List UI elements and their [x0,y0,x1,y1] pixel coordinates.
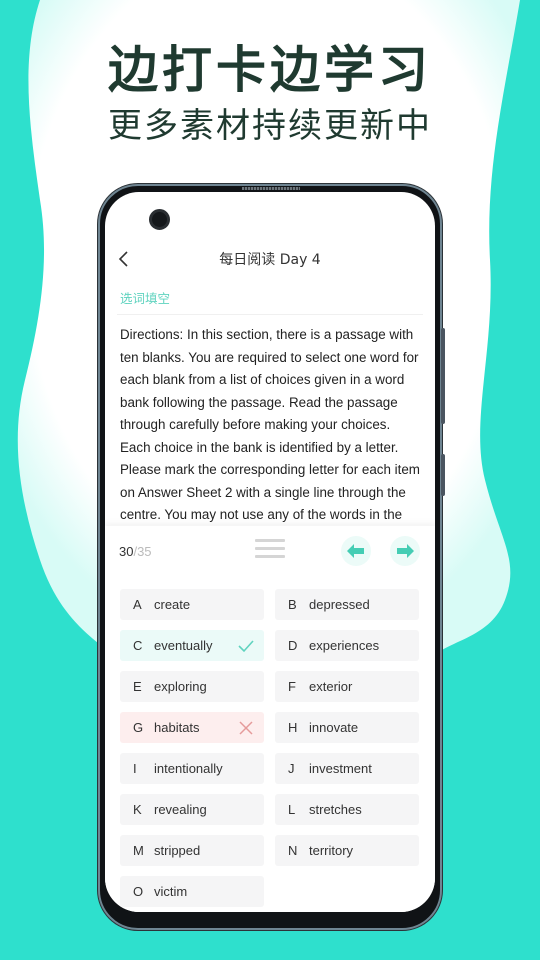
option-g[interactable]: Ghabitats [120,712,264,743]
option-d[interactable]: Dexperiences [275,630,419,661]
option-letter: C [133,638,143,653]
option-k[interactable]: Krevealing [120,794,264,825]
option-h[interactable]: Hinnovate [275,712,419,743]
option-word: investment [309,761,372,776]
phone-frame: 每日阅读 Day 4 选词填空 Directions: In this sect… [98,184,445,930]
option-o[interactable]: Ovictim [120,876,264,907]
option-letter: D [288,638,298,653]
option-a[interactable]: Acreate [120,589,264,620]
power-button [441,454,445,496]
page-title: 每日阅读 Day 4 [219,252,321,268]
option-letter: J [288,761,295,776]
phone-speaker [242,187,300,190]
arrow-left-icon [347,544,364,558]
option-word: create [154,597,191,612]
check-icon [238,640,254,653]
previous-button[interactable] [341,536,371,566]
option-word: exterior [309,679,353,694]
option-letter: E [133,679,142,694]
progress-current: 30 [119,544,134,559]
promo-headline-block: 边打卡边学习 更多素材持续更新中 [0,40,540,148]
option-word: stretches [309,802,362,817]
option-word: intentionally [154,761,223,776]
option-word: innovate [309,720,359,735]
option-letter: A [133,597,142,612]
option-b[interactable]: Bdepressed [275,589,419,620]
next-button[interactable] [390,536,420,566]
option-l[interactable]: Lstretches [275,794,419,825]
section-label: 选词填空 [120,291,171,306]
answer-panel: 30/35 Acreate Bdepressed Ceventually Dexper… [105,526,435,912]
option-word: habitats [154,720,200,735]
option-n[interactable]: Nterritory [275,835,419,866]
option-word: victim [154,884,188,899]
option-e[interactable]: Eexploring [120,671,264,702]
option-letter: H [288,720,298,735]
option-m[interactable]: Mstripped [120,835,264,866]
cross-icon [239,721,253,735]
option-word: stripped [154,843,201,858]
option-word: eventually [154,638,213,653]
volume-button [441,328,445,424]
option-letter: B [288,597,297,612]
promo-subheadline: 更多素材持续更新中 [108,106,432,146]
option-letter: O [133,884,144,899]
arrow-right-icon [397,544,414,558]
option-letter: F [288,679,296,694]
nav-bar: 每日阅读 Day 4 [105,244,435,274]
option-letter: M [133,843,144,858]
passage-text: Directions: In this section, there is a … [120,327,420,522]
option-letter: G [133,720,144,735]
divider [117,314,423,315]
word-bank: Acreate Bdepressed Ceventually Dexperiences… [120,589,420,907]
option-letter: K [133,802,142,817]
app-screen: 每日阅读 Day 4 选词填空 Directions: In this sect… [105,192,435,912]
option-word: experiences [309,638,380,653]
option-i[interactable]: Iintentionally [120,753,264,784]
option-letter: N [288,843,298,858]
question-progress: 30/35 [119,544,152,559]
progress-total: /35 [133,544,152,559]
option-letter: L [288,802,296,817]
option-word: revealing [154,802,207,817]
option-f[interactable]: Fexterior [275,671,419,702]
option-letter: I [133,761,137,776]
option-j[interactable]: Jinvestment [275,753,419,784]
option-word: exploring [154,679,207,694]
option-word: territory [309,843,354,858]
menu-button[interactable] [255,539,285,561]
back-button[interactable] [115,249,135,269]
front-camera [149,209,170,230]
chevron-left-icon [118,251,128,267]
promo-headline: 边打卡边学习 [108,41,432,99]
option-c[interactable]: Ceventually [120,630,264,661]
menu-icon [255,539,285,558]
option-word: depressed [309,597,370,612]
